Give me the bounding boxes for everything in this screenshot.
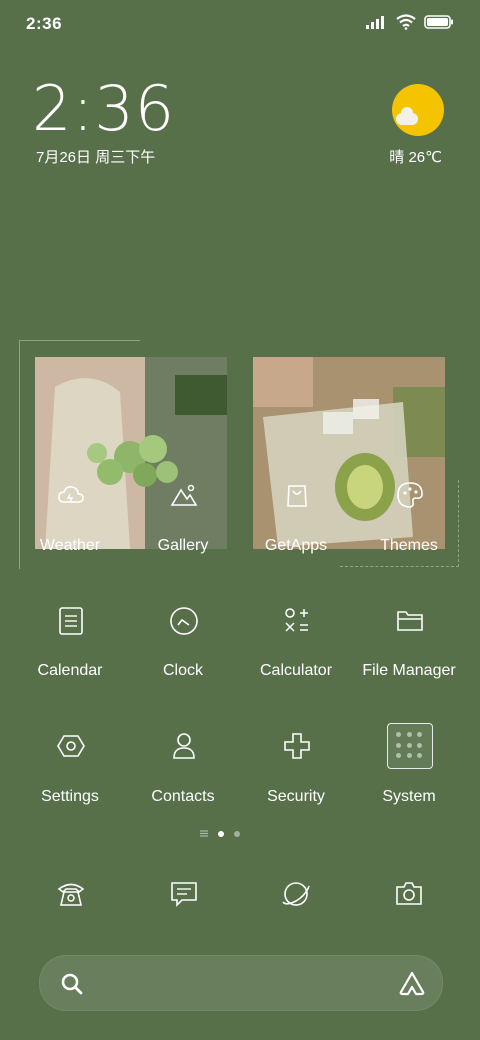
settings-icon[interactable]: [56, 731, 86, 761]
mini-app-icon: [396, 753, 401, 759]
clock-icon[interactable]: [169, 606, 199, 636]
photo-widget-drink: [253, 357, 445, 549]
app-label-getapps[interactable]: GetApps: [236, 537, 356, 555]
wifi-icon: [396, 14, 416, 30]
page-dot: [234, 830, 240, 837]
browser-icon[interactable]: [280, 878, 312, 910]
messages-icon[interactable]: [168, 878, 200, 910]
signal-icon: [366, 16, 384, 29]
system-folder-icon[interactable]: [387, 723, 433, 769]
search-icon[interactable]: [60, 972, 84, 996]
contacts-icon[interactable]: [170, 731, 198, 761]
file-manager-icon[interactable]: [395, 606, 425, 634]
app-label-calendar[interactable]: Calendar: [10, 662, 130, 680]
weather-widget-text: 晴 26℃: [389, 149, 442, 166]
mini-app-icon: [406, 732, 412, 737]
app-label-themes[interactable]: Themes: [349, 537, 469, 555]
mini-app-icon: [417, 753, 423, 759]
page-dot-active: [218, 830, 224, 837]
mini-app-icon: [417, 742, 423, 748]
status-icons: [366, 14, 454, 30]
menu-lines-icon: [200, 830, 208, 837]
status-time: 2:36: [26, 14, 63, 33]
clock-widget-time[interactable]: 2:36: [32, 72, 175, 145]
app-label-clock[interactable]: Clock: [123, 662, 243, 680]
cloud-icon: [396, 107, 418, 125]
themes-icon[interactable]: [396, 481, 424, 509]
app-label-file-manager[interactable]: File Manager: [349, 662, 469, 680]
page-indicator[interactable]: [200, 830, 240, 837]
app-label-weather[interactable]: Weather: [10, 537, 130, 555]
search-bar[interactable]: [39, 955, 443, 1011]
camera-icon[interactable]: [393, 878, 425, 910]
battery-icon: [424, 15, 453, 29]
assistant-icon[interactable]: [398, 970, 426, 996]
calendar-icon[interactable]: [57, 606, 85, 636]
app-label-settings[interactable]: Settings: [10, 788, 130, 806]
mini-app-icon: [396, 742, 401, 748]
mini-app-icon: [396, 732, 401, 737]
app-label-contacts[interactable]: Contacts: [123, 788, 243, 806]
sun-icon[interactable]: [392, 84, 444, 136]
phone-icon[interactable]: [55, 878, 87, 910]
photo-drink-image: [253, 357, 445, 549]
mini-app-icon: [406, 742, 412, 748]
system-folder-grid: [396, 732, 424, 760]
app-label-gallery[interactable]: Gallery: [123, 537, 243, 555]
gallery-icon[interactable]: [170, 481, 198, 509]
getapps-icon[interactable]: [283, 481, 311, 509]
app-label-calculator[interactable]: Calculator: [236, 662, 356, 680]
mini-app-icon: [406, 753, 412, 759]
weather-icon[interactable]: [57, 481, 85, 509]
photo-widget-flowers: [35, 357, 227, 549]
calculator-icon[interactable]: [283, 606, 311, 634]
app-label-security[interactable]: Security: [236, 788, 356, 806]
app-label-system[interactable]: System: [349, 788, 469, 806]
clock-widget-date: 7月26日 周三下午: [36, 149, 156, 166]
photo-flowers-image: [35, 357, 227, 549]
mini-app-icon: [417, 732, 423, 737]
security-icon[interactable]: [282, 731, 312, 761]
